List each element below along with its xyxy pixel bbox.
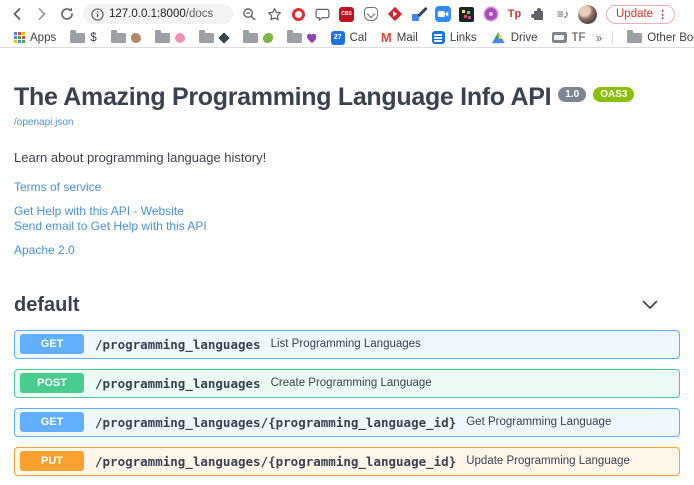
bookmark-drive[interactable]: Drive [487, 31, 542, 45]
openapi-spec-link[interactable]: /openapi.json [14, 117, 74, 128]
red-diamond-extension-icon[interactable] [386, 6, 403, 23]
endpoint-summary: Create Programming Language [271, 377, 432, 389]
back-button[interactable] [8, 5, 26, 23]
tf-card-icon [552, 32, 567, 43]
method-badge: POST [20, 373, 84, 393]
cbs-extension-icon[interactable]: CBS [338, 6, 355, 23]
bookmarks-divider [612, 31, 613, 45]
lizard-emoji-icon [263, 33, 273, 43]
graduation-cap-emoji-icon [218, 32, 229, 43]
address-bar[interactable]: 127.0.0.1:8000/docs [83, 4, 233, 24]
contact-email-link[interactable]: Send email to Get Help with this API [14, 219, 680, 234]
contact-website-link[interactable]: Get Help with this API - Website [14, 204, 680, 219]
version-badge: 1.0 [558, 87, 586, 102]
endpoint-summary: List Programming Languages [271, 338, 421, 350]
folder-icon [287, 33, 302, 43]
color-picker-extension-icon[interactable] [410, 6, 427, 23]
bookmark-folder-horse[interactable] [107, 33, 145, 43]
pocket-extension-icon[interactable] [362, 6, 379, 23]
section-title: default [14, 294, 80, 317]
reload-button[interactable] [58, 5, 76, 23]
forward-button[interactable] [33, 5, 51, 23]
folder-icon [111, 33, 126, 43]
folder-icon [70, 33, 85, 43]
chevron-down-icon[interactable] [642, 300, 658, 310]
tp-extension-icon[interactable]: Tp [506, 6, 523, 23]
video-camera-extension-icon[interactable] [434, 6, 451, 23]
links-icon [432, 31, 445, 44]
chat-bubble-extension-icon[interactable] [314, 6, 331, 23]
browser-update-button[interactable]: Update [606, 5, 675, 24]
bookmark-apps[interactable]: Apps [10, 32, 60, 44]
purple-flower-extension-icon[interactable] [482, 6, 499, 23]
endpoint-path: /programming_languages [95, 337, 261, 352]
bookmark-folder-graduation[interactable] [195, 33, 233, 43]
bookmark-cal[interactable]: 27Cal [327, 31, 371, 45]
site-info-icon[interactable] [91, 8, 104, 21]
bookmarks-overflow-chevron[interactable]: » [596, 31, 603, 45]
page-title: The Amazing Programming Language Info AP… [14, 84, 551, 112]
gmail-icon: M [381, 31, 392, 44]
endpoint-summary: Update Programming Language [466, 455, 630, 467]
endpoint-path: /programming_languages/{programming_lang… [95, 454, 456, 469]
puzzle-extension-icon[interactable] [530, 6, 547, 23]
method-badge: GET [20, 334, 84, 354]
browser-toolbar: 127.0.0.1:8000/docs CBS Tp ≡♪ Update [0, 0, 694, 28]
endpoint-path: /programming_languages/{programming_lang… [95, 415, 456, 430]
terms-of-service-link[interactable]: Terms of service [14, 180, 680, 195]
bookmarks-bar: Apps $ 27Cal MMail Links Drive TF » Othe… [0, 28, 694, 48]
method-badge: PUT [20, 451, 84, 471]
bookmark-links[interactable]: Links [428, 31, 481, 44]
purple-heart-emoji-icon [307, 33, 317, 43]
section-header-default[interactable]: default [14, 294, 680, 317]
endpoint-row-get-list[interactable]: GET /programming_languages List Programm… [14, 330, 680, 359]
horse-emoji-icon [131, 33, 141, 43]
endpoint-row-get-one[interactable]: GET /programming_languages/{programming_… [14, 408, 680, 437]
folder-icon [155, 33, 170, 43]
method-badge: GET [20, 412, 84, 432]
bookmark-tf[interactable]: TF [548, 32, 590, 44]
brain-emoji-icon [175, 33, 185, 43]
folder-icon [199, 33, 214, 43]
endpoint-path: /programming_languages [95, 376, 261, 391]
red-circle-extension-icon[interactable] [290, 6, 307, 23]
bookmark-folder-dollar[interactable]: $ [66, 32, 100, 44]
bookmark-star-icon[interactable] [265, 5, 283, 23]
profile-avatar[interactable] [578, 5, 597, 24]
kebab-menu-icon[interactable] [657, 8, 668, 21]
url-text[interactable]: 127.0.0.1:8000/docs [109, 8, 213, 20]
calendar-icon: 27 [331, 31, 345, 45]
other-bookmarks[interactable]: Other Bookmarks [623, 32, 694, 44]
bookmark-folder-brain[interactable] [151, 33, 189, 43]
endpoint-row-put-update[interactable]: PUT /programming_languages/{programming_… [14, 447, 680, 476]
folder-icon [243, 33, 258, 43]
endpoint-list: GET /programming_languages List Programm… [14, 330, 680, 485]
apps-grid-icon [14, 32, 25, 43]
endpoint-row-post-create[interactable]: POST /programming_languages Create Progr… [14, 369, 680, 398]
oas3-badge: OAS3 [593, 87, 634, 102]
info-links: Terms of service Get Help with this API … [14, 180, 680, 258]
api-description: Learn about programming language history… [14, 150, 680, 165]
endpoint-summary: Get Programming Language [466, 416, 611, 428]
drive-icon [491, 31, 506, 45]
bookmark-folder-heart[interactable] [283, 33, 321, 43]
folder-icon [627, 33, 642, 43]
license-link[interactable]: Apache 2.0 [14, 243, 680, 258]
zoom-out-icon[interactable] [240, 5, 258, 23]
swagger-page: The Amazing Programming Language Info AP… [0, 84, 694, 485]
bookmark-mail[interactable]: MMail [377, 31, 422, 44]
api-title-row: The Amazing Programming Language Info AP… [14, 84, 680, 112]
playlist-music-icon[interactable]: ≡♪ [554, 6, 571, 23]
artboard-extension-icon[interactable] [458, 6, 475, 23]
bookmark-folder-lizard[interactable] [239, 33, 277, 43]
